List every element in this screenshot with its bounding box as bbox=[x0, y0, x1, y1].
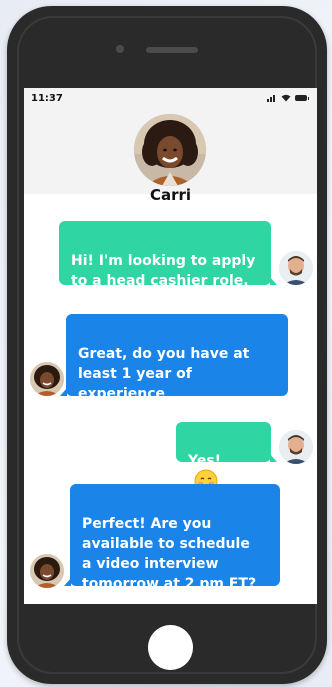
message-text: Great, do you have at least 1 year of ex… bbox=[78, 346, 250, 422]
sent-message-bubble: Hi! I'm looking to apply to a head cashi… bbox=[59, 221, 277, 289]
message-text: Yes! bbox=[188, 453, 222, 469]
phone-frame: 11:37 Carri Hi! I'm looking to apply to … bbox=[7, 6, 327, 684]
user-avatar-image bbox=[279, 430, 313, 464]
contact-avatar[interactable] bbox=[134, 114, 206, 186]
status-icons bbox=[267, 94, 309, 102]
phone-screen: 11:37 Carri Hi! I'm looking to apply to … bbox=[24, 88, 317, 604]
contact-avatar-image bbox=[134, 114, 206, 186]
sent-message-bubble: Yes! bbox=[176, 422, 277, 493]
contact-small-avatar[interactable] bbox=[30, 554, 64, 588]
earpiece-speaker bbox=[146, 47, 198, 53]
status-bar: 11:37 bbox=[24, 88, 317, 108]
message-text: Hi! I'm looking to apply to a head cashi… bbox=[71, 253, 256, 289]
chat-header: Carri bbox=[24, 108, 317, 204]
contact-small-avatar-image bbox=[30, 554, 64, 588]
contact-small-avatar[interactable] bbox=[30, 362, 64, 396]
wifi-icon bbox=[281, 94, 291, 102]
contact-small-avatar-image bbox=[30, 362, 64, 396]
received-message-bubble: Great, do you have at least 1 year of ex… bbox=[60, 314, 288, 422]
front-camera bbox=[116, 45, 124, 53]
received-message-bubble: Perfect! Are you available to schedule a… bbox=[64, 484, 280, 592]
status-time: 11:37 bbox=[31, 93, 63, 104]
user-avatar-image bbox=[279, 251, 313, 285]
message-thread: Hi! I'm looking to apply to a head cashi… bbox=[24, 194, 317, 604]
user-avatar[interactable] bbox=[279, 251, 313, 285]
message-text: Perfect! Are you available to schedule a… bbox=[82, 516, 257, 592]
battery-icon bbox=[295, 95, 309, 101]
signal-icon bbox=[267, 94, 277, 102]
home-button[interactable] bbox=[148, 625, 193, 670]
user-avatar[interactable] bbox=[279, 430, 313, 464]
